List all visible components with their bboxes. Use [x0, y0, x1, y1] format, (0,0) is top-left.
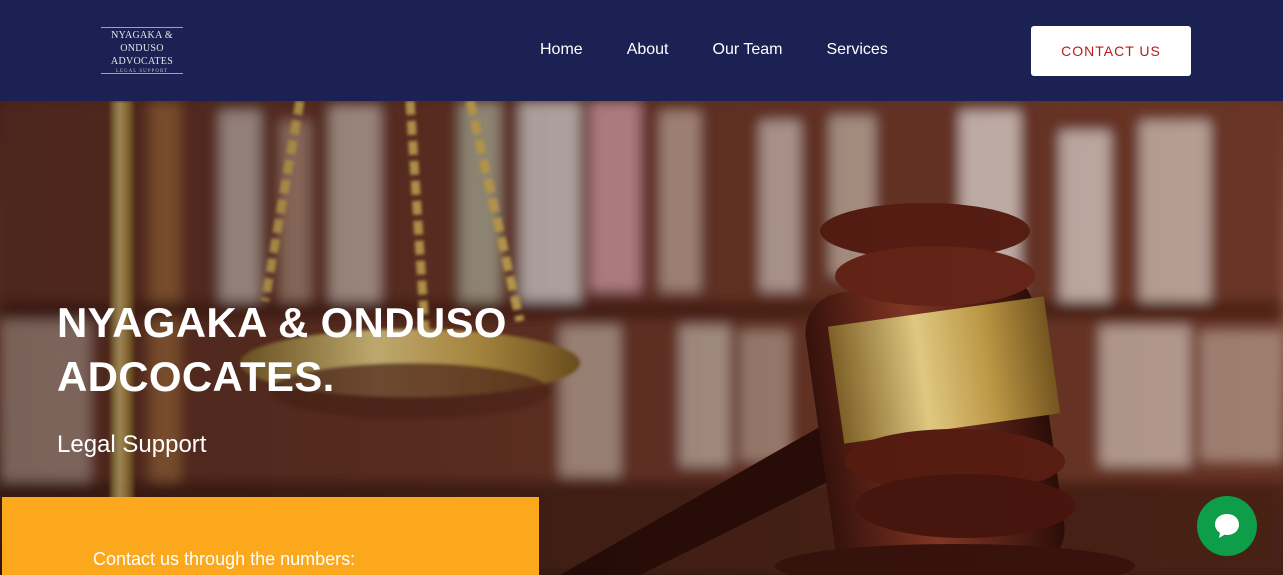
nav-home[interactable]: Home [540, 41, 583, 59]
contact-numbers-panel: Contact us through the numbers: [2, 497, 539, 575]
navbar: NYAGAKA & ONDUSO ADVOCATES LEGAL SUPPORT… [0, 0, 1283, 101]
nav-our-team[interactable]: Our Team [713, 41, 783, 59]
hero-section: NYAGAKA & ONDUSO ADCOCATES. Legal Suppor… [0, 101, 1283, 575]
logo-line-1: NYAGAKA & [111, 30, 173, 41]
chat-bubble-icon [1215, 514, 1239, 538]
logo-line-2: ONDUSO [120, 43, 164, 54]
logo-line-3: ADVOCATES [110, 56, 174, 67]
contact-numbers-heading: Contact us through the numbers: [93, 549, 356, 569]
chat-button[interactable] [1197, 496, 1257, 556]
logo-tagline: LEGAL SUPPORT [115, 69, 169, 74]
site-logo[interactable]: NYAGAKA & ONDUSO ADVOCATES LEGAL SUPPORT [101, 27, 183, 74]
hero-title: NYAGAKA & ONDUSO ADCOCATES. [57, 299, 507, 400]
main-nav: Home About Our Team Services [540, 41, 888, 59]
hero-subtitle: Legal Support [57, 431, 207, 458]
contact-us-button[interactable]: CONTACT US [1031, 26, 1191, 76]
nav-services[interactable]: Services [826, 41, 887, 59]
nav-about[interactable]: About [627, 41, 669, 59]
